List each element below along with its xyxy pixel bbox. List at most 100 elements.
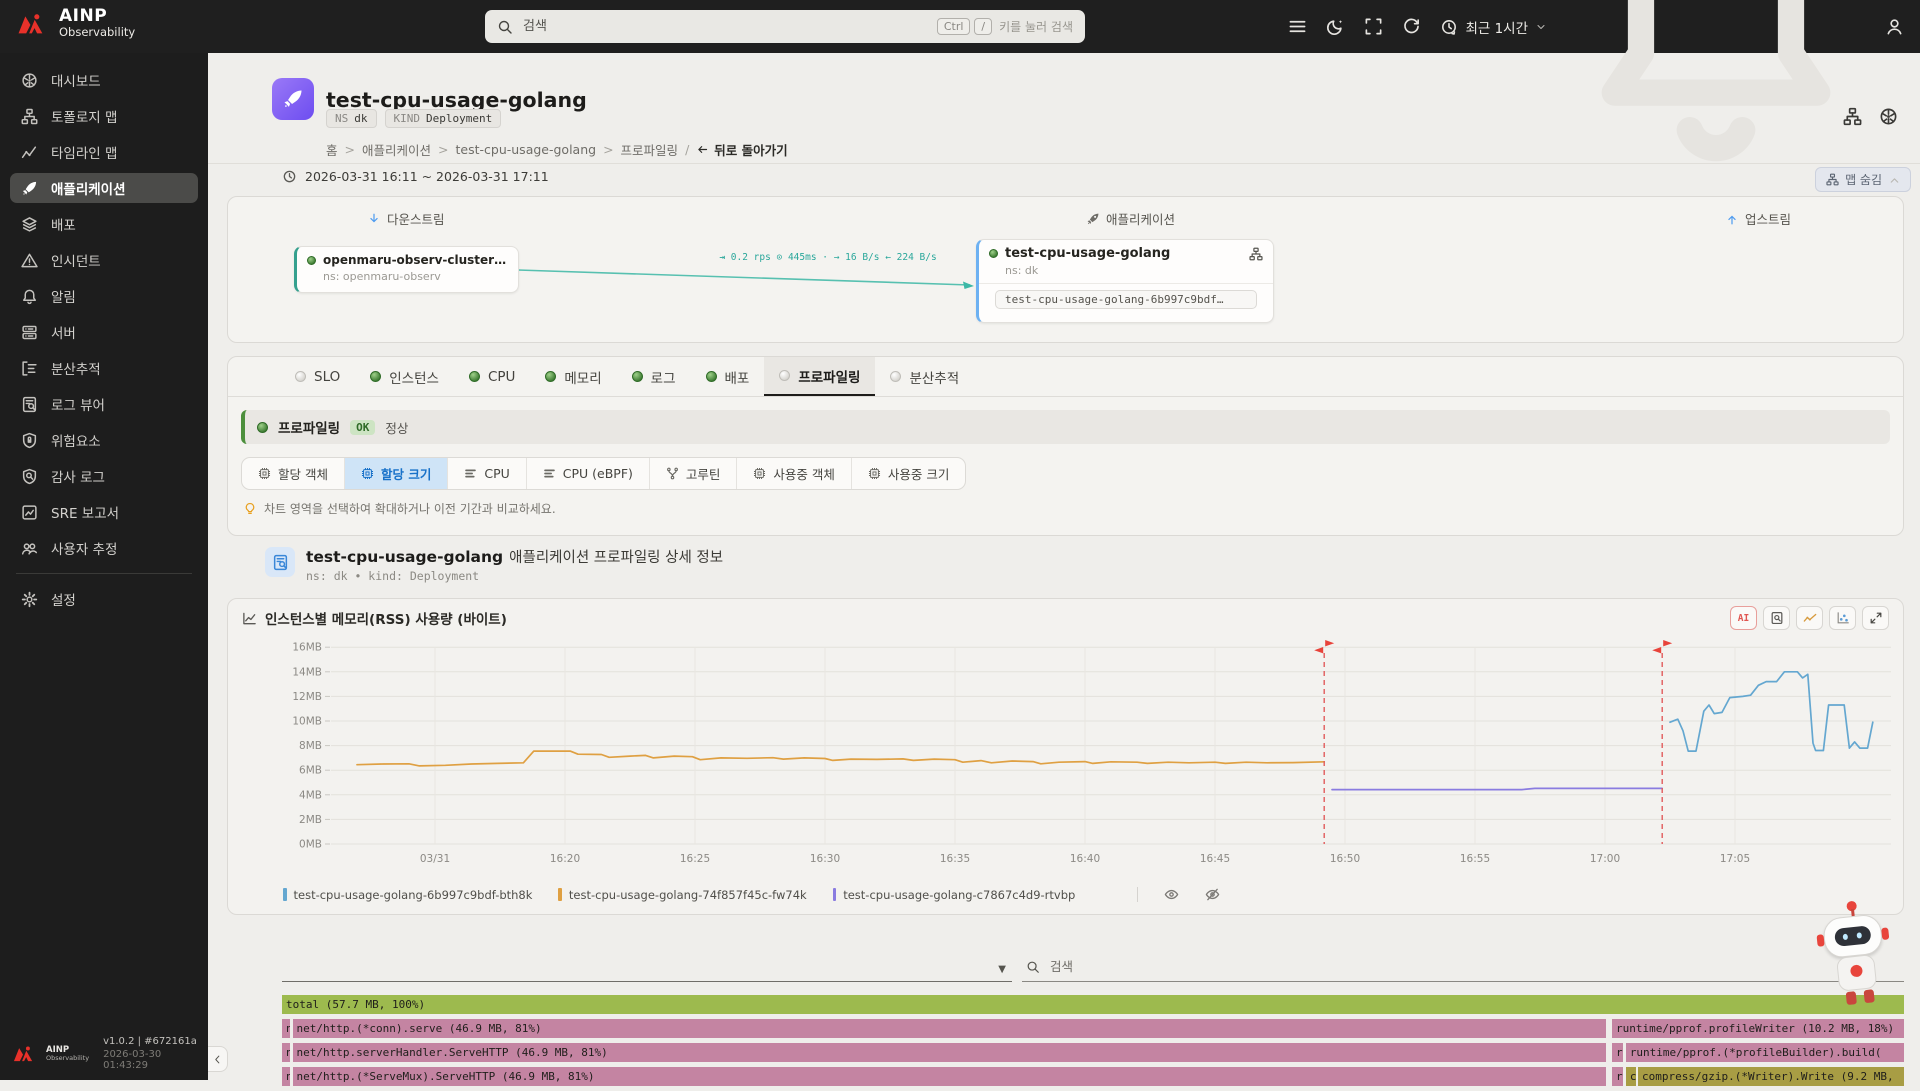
sidebar-item-logview[interactable]: 로그 뷰어: [10, 389, 198, 419]
profile-button-CPU (eBPF)[interactable]: CPU (eBPF): [527, 458, 650, 489]
back-button[interactable]: 뒤로 돌아가기: [696, 140, 788, 159]
breadcrumb-item[interactable]: test-cpu-usage-golang: [456, 142, 597, 157]
tag-value: Deployment: [426, 112, 493, 125]
edge-metrics-label: ⇥ 0.2 rps ⊙ 445ms · → 16 B/s ← 224 B/s: [719, 252, 937, 263]
search-input[interactable]: [521, 18, 933, 35]
warning-icon: [21, 252, 38, 269]
profile-button-사용중 크기[interactable]: 사용중 크기: [852, 458, 965, 489]
chart-tool-expand[interactable]: [1862, 606, 1889, 630]
mem-icon: [868, 467, 881, 480]
fullscreen-icon[interactable]: [1364, 17, 1383, 36]
flame-segment[interactable]: net/http.(*ServeMux).ServeHTTP (46.9 MB,…: [292, 1067, 1607, 1086]
breadcrumb-separator: >: [603, 142, 614, 157]
svg-text:10MB: 10MB: [292, 716, 322, 728]
user-avatar[interactable]: [1885, 17, 1904, 36]
sidebar-item-warning[interactable]: 인시던트: [10, 245, 198, 275]
profile-button-할당 크기[interactable]: 할당 크기: [344, 458, 449, 489]
global-search[interactable]: Ctrl / 키를 눌러 검색: [485, 10, 1085, 43]
status-dot: [545, 371, 557, 382]
flame-search[interactable]: [1022, 952, 1904, 982]
eye-icon[interactable]: [1164, 887, 1179, 902]
flame-segment[interactable]: total (57.7 MB, 100%): [282, 995, 1904, 1014]
flame-search-input[interactable]: [1048, 958, 1900, 975]
pod-chip[interactable]: test-cpu-usage-golang-6b997c9bdf…: [995, 290, 1257, 309]
tab-로그[interactable]: 로그: [617, 357, 691, 396]
flame-segment[interactable]: r: [1612, 1067, 1624, 1086]
sidebar-item-topology[interactable]: 토폴로지 맵: [10, 101, 198, 131]
memory-chart-card: 인스턴스별 메모리(RSS) 사용량 (바이트) AI 0MB 2MB 4MB 6MB…: [227, 598, 1904, 915]
sidebar-nav: 대시보드토폴로지 맵타임라인 맵애플리케이션배포인시던트알림서버분산추적로그 뷰…: [0, 53, 208, 563]
chart-tool-inspect[interactable]: [1763, 606, 1790, 630]
flame-segment[interactable]: n: [282, 1019, 291, 1038]
sidebar-item-k8s[interactable]: 대시보드: [10, 65, 198, 95]
chart-icon: [243, 612, 256, 624]
flame-segment[interactable]: net/http.serverHandler.ServeHTTP (46.9 M…: [292, 1043, 1607, 1062]
tab-분산추적[interactable]: 분산추적: [875, 357, 974, 396]
flame-segment[interactable]: runtime/pprof.profileWriter (10.2 MB, 18…: [1612, 1019, 1904, 1038]
flame-filter-select[interactable]: ▼: [282, 952, 1012, 982]
profile-button-사용중 객체[interactable]: 사용중 객체: [737, 458, 852, 489]
profile-button-할당 객체[interactable]: 할당 객체: [242, 458, 345, 489]
menu-icon[interactable]: [1288, 17, 1307, 36]
sidebar-item-rocket[interactable]: 애플리케이션: [10, 173, 198, 203]
logo-subtitle: Observability: [59, 25, 136, 39]
flame-segment[interactable]: net/http.(*conn).serve (46.9 MB, 81%): [292, 1019, 1607, 1038]
refresh-icon[interactable]: [1402, 17, 1421, 36]
assistant-mascot[interactable]: [1806, 897, 1903, 1017]
sidebar-item-server[interactable]: 서버: [10, 317, 198, 347]
breadcrumb-item[interactable]: 프로파일링: [621, 140, 679, 159]
mem-icon: [361, 467, 374, 480]
flame-segment[interactable]: compress/gzip.(*Writer).Write (9.2 MB,: [1637, 1067, 1904, 1086]
legend-item[interactable]: test-cpu-usage-golang-6b997c9bdf-bth8k: [283, 888, 532, 902]
application-label: 애플리케이션: [1086, 209, 1175, 228]
chart-tool-trend[interactable]: [1796, 606, 1823, 630]
sidebar-collapse-button[interactable]: [208, 1046, 228, 1072]
node-test-cpu-usage-golang[interactable]: test-cpu-usage-golang ns: dk test-cpu-us…: [976, 239, 1274, 323]
sidebar-item-layers[interactable]: 배포: [10, 209, 198, 239]
sidebar-item-shieldsearch[interactable]: 감사 로그: [10, 461, 198, 491]
profile-button-CPU[interactable]: CPU: [448, 458, 527, 489]
tab-프로파일링[interactable]: 프로파일링: [764, 357, 876, 396]
breadcrumb-item[interactable]: 홈: [326, 140, 338, 159]
detail-section-icon: [265, 547, 295, 577]
main-content: test-cpu-usage-golang NS dk KIND Deployment…: [208, 53, 1920, 1086]
sidebar-item-label: 배포: [51, 218, 76, 234]
sidebar-item-report[interactable]: SRE 보고서: [10, 497, 198, 527]
sidebar-item-shieldlock[interactable]: 위험요소: [10, 425, 198, 455]
chart-legend: test-cpu-usage-golang-6b997c9bdf-bth8k te…: [283, 887, 1220, 902]
clock-icon: [282, 169, 297, 184]
eyeoff-icon[interactable]: [1205, 887, 1220, 902]
tab-배포[interactable]: 배포: [691, 357, 765, 396]
sidebar-item-users[interactable]: 사용자 추정: [10, 533, 198, 563]
chart-tool-ai[interactable]: AI: [1730, 606, 1757, 630]
chart-tool-scatter[interactable]: [1829, 606, 1856, 630]
logo-title: AINP: [59, 6, 108, 26]
tab-label: 메모리: [564, 370, 602, 387]
k8s-icon: [21, 72, 38, 89]
legend-item[interactable]: test-cpu-usage-golang-74f857f45c-fw74k: [558, 888, 807, 902]
flame-segment[interactable]: r: [1612, 1043, 1624, 1062]
flame-segment[interactable]: c: [1625, 1067, 1636, 1086]
sidebar-item-settings[interactable]: 설정: [10, 584, 198, 614]
notifications-button[interactable]: 13: [1566, 0, 1866, 177]
dark-mode-icon[interactable]: [1326, 17, 1345, 36]
mem-icon: [258, 467, 271, 480]
breadcrumb-item[interactable]: 애플리케이션: [362, 140, 431, 159]
flame-segment[interactable]: runtime/pprof.(*profileBuilder).build(: [1625, 1043, 1904, 1062]
sidebar-item-timeline[interactable]: 타임라인 맵: [10, 137, 198, 167]
tab-인스턴스[interactable]: 인스턴스: [355, 357, 454, 396]
sidebar-item-trace[interactable]: 분산추적: [10, 353, 198, 383]
profile-button-고루틴[interactable]: 고루틴: [650, 458, 738, 489]
time-range-select[interactable]: 최근 1시간: [1440, 17, 1547, 37]
node-openmaru-observ-cluster-agent[interactable]: openmaru-observ-cluster-agent ns: openma…: [294, 246, 519, 293]
tab-CPU[interactable]: CPU: [454, 357, 530, 396]
memory-usage-chart[interactable]: 0MB 2MB 4MB 6MB 8MB 10MB 12MB 14MB 16MB 03/31 16:2…: [228, 637, 1903, 889]
flame-segment[interactable]: n: [282, 1043, 291, 1062]
flame-segment[interactable]: n: [282, 1067, 291, 1086]
topology-icon[interactable]: [1249, 247, 1263, 261]
tab-메모리[interactable]: 메모리: [530, 357, 616, 396]
sidebar-item-bell[interactable]: 알림: [10, 281, 198, 311]
kubernetes-icon[interactable]: [1879, 107, 1898, 126]
tab-SLO[interactable]: SLO: [280, 357, 355, 396]
legend-item[interactable]: test-cpu-usage-golang-c7867c4d9-rtvbp: [832, 888, 1075, 902]
